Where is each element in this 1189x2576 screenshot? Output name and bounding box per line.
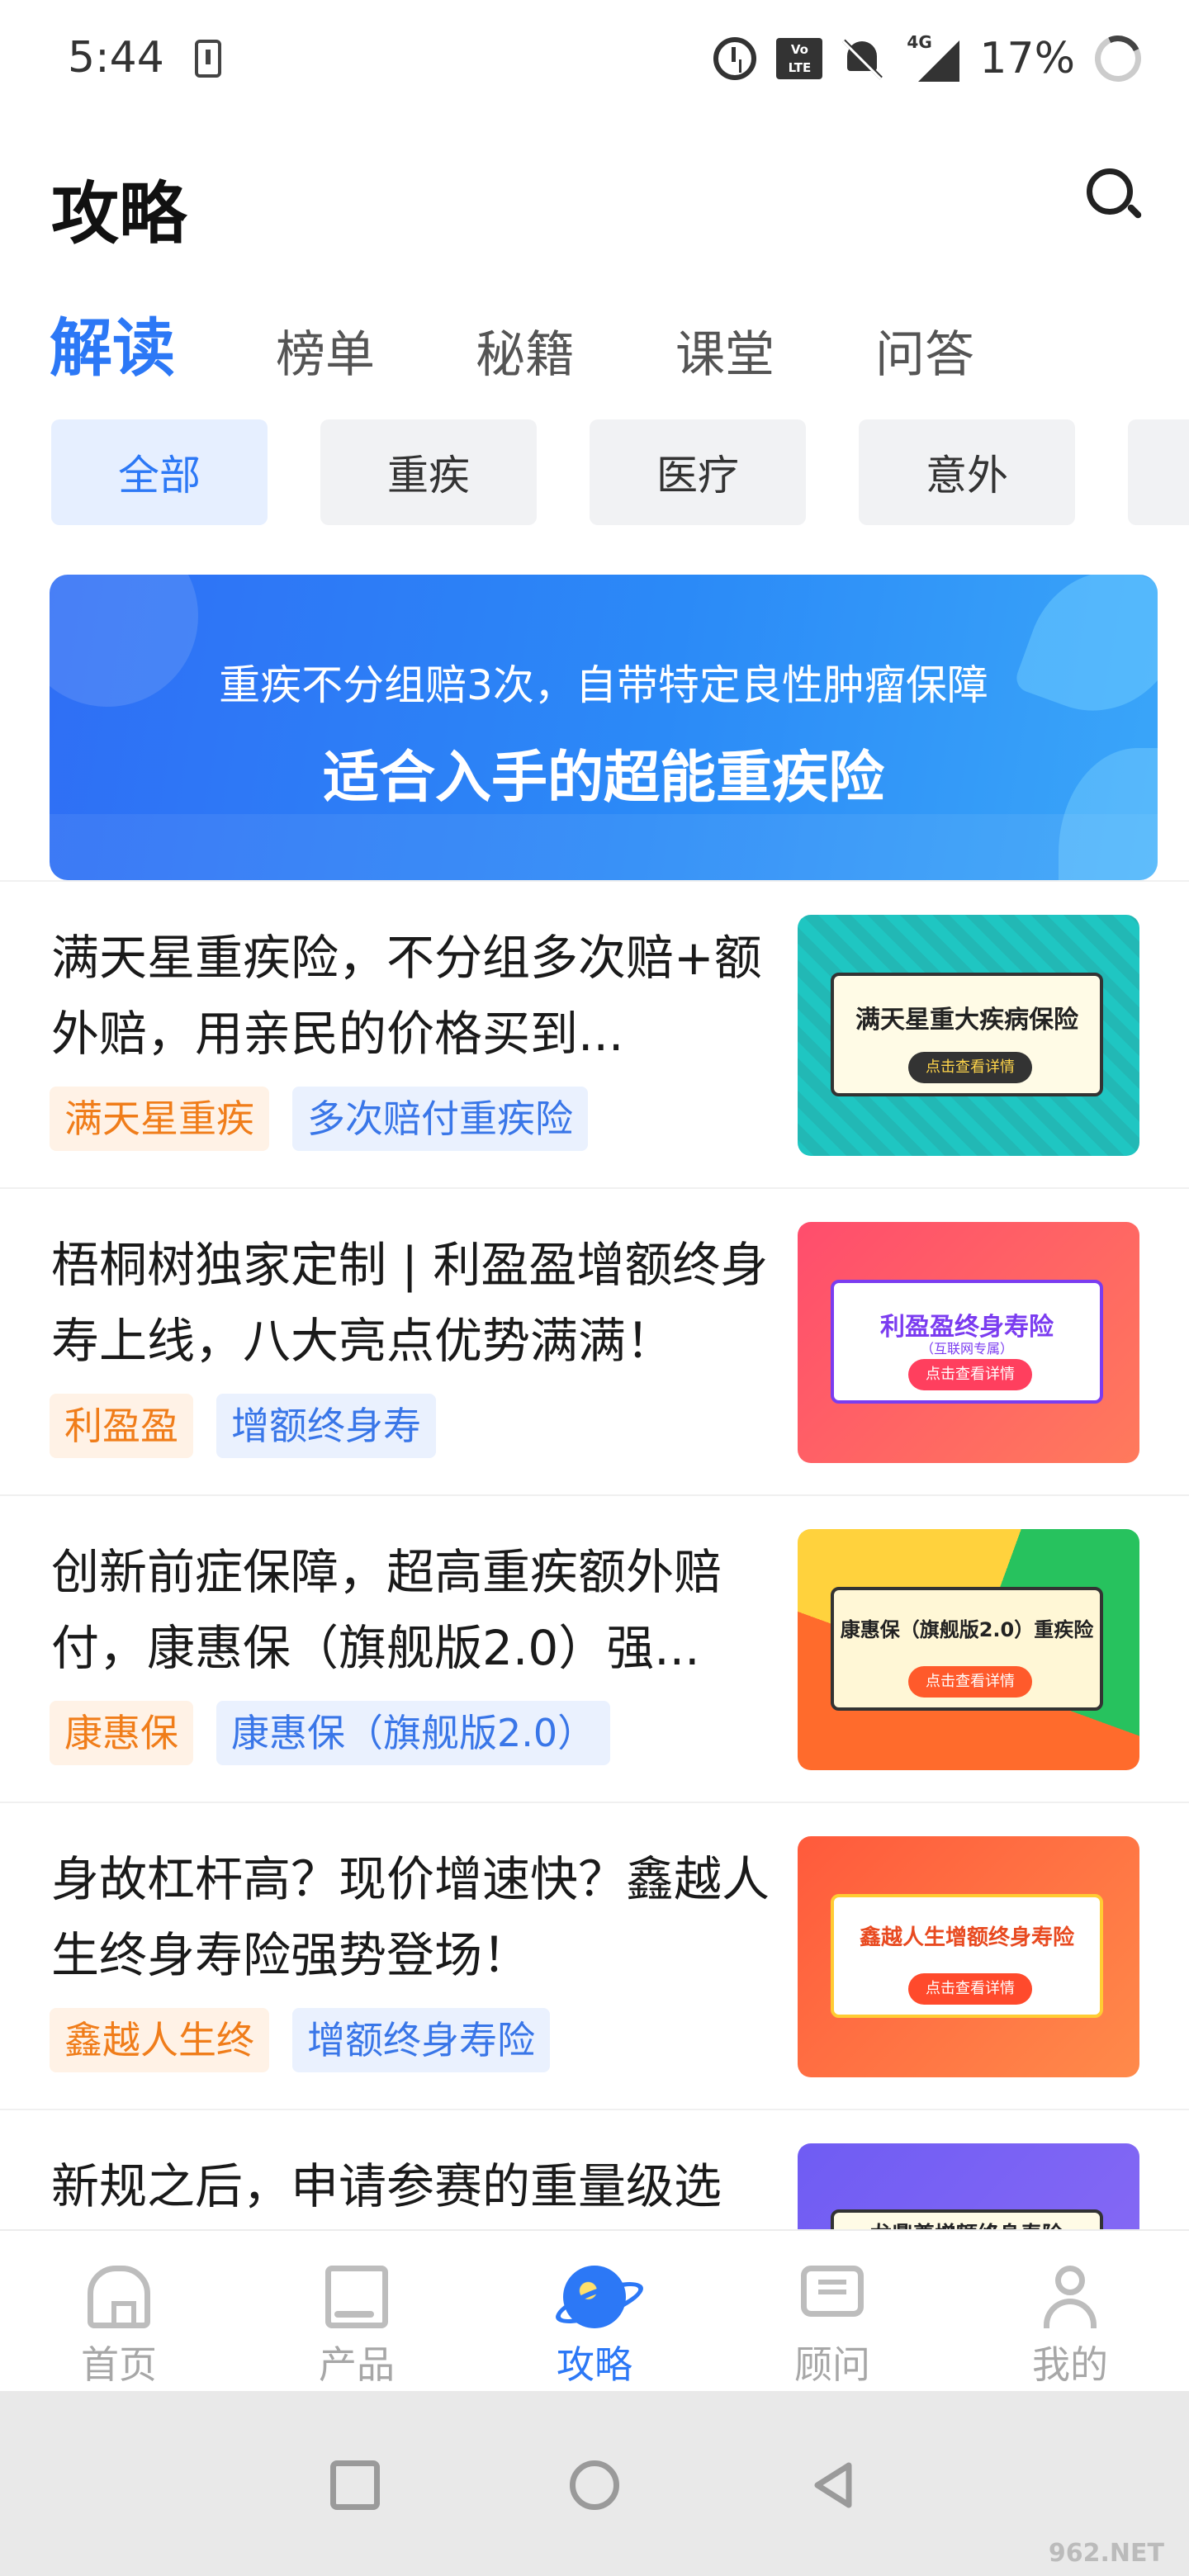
article-tag[interactable]: 增额终身寿 — [216, 1394, 436, 1458]
article-tags: 康惠保 康惠保（旗舰版2.0） — [50, 1701, 611, 1765]
chip-all[interactable]: 全部 — [51, 419, 268, 525]
article-tag[interactable]: 满天星重疾 — [50, 1087, 269, 1151]
article-item[interactable]: 创新前症保障，超高重疾额外赔付，康惠保（旗舰版2.0）强... 康惠保 康惠保（… — [0, 1494, 1189, 1802]
nav-products[interactable]: 产品 — [238, 2231, 476, 2391]
nav-label: 攻略 — [557, 2342, 632, 2387]
article-tag[interactable]: 利盈盈 — [50, 1394, 193, 1458]
article-tag[interactable]: 康惠保 — [50, 1701, 193, 1765]
alarm-icon — [713, 37, 757, 80]
nav-label: 顾问 — [794, 2342, 870, 2387]
article-tag[interactable]: 增额终身寿险 — [292, 2008, 550, 2072]
tab-jiedu[interactable]: 解读 — [50, 317, 175, 380]
tab-miji[interactable]: 秘籍 — [476, 330, 575, 380]
tab-bangdan[interactable]: 榜单 — [276, 330, 375, 380]
battery-percent: 17% — [979, 34, 1075, 83]
tab-ketang[interactable]: 课堂 — [675, 330, 775, 380]
article-tag[interactable]: 康惠保（旗舰版2.0） — [216, 1701, 611, 1765]
promo-banner[interactable]: 重疾不分组赔3次，自带特定良性肿瘤保障 适合入手的超能重疾险 — [50, 575, 1158, 880]
article-title: 满天星重疾险，不分组多次赔+额外赔，用亲民的价格买到... — [51, 930, 762, 1062]
chip-accident[interactable]: 意外 — [859, 419, 1075, 525]
article-item[interactable]: 新规之后，申请参赛的重量级选 龙鼎尊增额终身寿险 — [0, 2109, 1189, 2229]
article-item[interactable]: 梧桐树独家定制 | 利盈盈增额终身寿上线，八大亮点优势满满！ 利盈盈 增额终身寿… — [0, 1187, 1189, 1494]
article-thumbnail: 利盈盈终身寿险 （互联网专属） 点击查看详情 — [798, 1222, 1139, 1463]
tab-wenda[interactable]: 问答 — [875, 330, 974, 380]
volte-icon: Vo LTE — [776, 38, 823, 79]
article-tag[interactable]: 多次赔付重疾险 — [292, 1087, 588, 1151]
banner-title: 适合入手的超能重疾险 — [322, 746, 884, 811]
article-title: 梧桐树独家定制 | 利盈盈增额终身寿上线，八大亮点优势满满！ — [51, 1237, 769, 1369]
article-title: 创新前症保障，超高重疾额外赔付，康惠保（旗舰版2.0）强... — [51, 1544, 722, 1676]
search-icon — [1087, 168, 1133, 215]
recents-square-icon[interactable] — [330, 2460, 380, 2510]
article-thumbnail: 康惠保（旗舰版2.0）重疾险 点击查看详情 — [798, 1529, 1139, 1770]
nav-label: 产品 — [319, 2342, 395, 2387]
signal-icon: 4G — [902, 32, 960, 82]
page-title: 攻略 — [51, 175, 187, 253]
article-thumbnail: 鑫越人生增额终身寿险 点击查看详情 — [798, 1836, 1139, 2077]
download-notification-icon — [195, 40, 221, 78]
article-thumbnail: 龙鼎尊增额终身寿险 — [798, 2143, 1139, 2229]
filter-chips: 全部 重疾 医疗 意外 — [51, 419, 1189, 525]
article-tags: 利盈盈 增额终身寿 — [50, 1394, 436, 1458]
home-icon — [88, 2266, 150, 2328]
status-time: 5:44 — [68, 33, 164, 83]
article-tags: 满天星重疾 多次赔付重疾险 — [50, 1087, 588, 1151]
home-circle-icon[interactable] — [570, 2460, 619, 2510]
article-tag[interactable]: 鑫越人生终 — [50, 2008, 269, 2072]
nav-label: 我的 — [1032, 2342, 1108, 2387]
nav-guide[interactable]: 攻略 — [476, 2231, 713, 2391]
nav-home[interactable]: 首页 — [0, 2231, 238, 2391]
nav-advisor[interactable]: 顾问 — [713, 2231, 951, 2391]
article-title: 新规之后，申请参赛的重量级选 — [51, 2158, 722, 2214]
article-tags: 鑫越人生终 增额终身寿险 — [50, 2008, 550, 2072]
banner-subtitle: 重疾不分组赔3次，自带特定良性肿瘤保障 — [219, 661, 988, 709]
category-tabs: 解读 榜单 秘籍 课堂 问答 — [50, 297, 1075, 381]
battery-ring-icon — [1088, 29, 1148, 88]
planet-icon — [563, 2266, 626, 2328]
watermark: 962.NET — [1048, 2539, 1164, 2568]
status-bar: 5:44 Vo LTE 4G 17% — [0, 0, 1189, 124]
article-item[interactable]: 满天星重疾险，不分组多次赔+额外赔，用亲民的价格买到... 满天星重疾 多次赔付… — [0, 880, 1189, 1187]
chat-icon — [801, 2266, 864, 2317]
chip-more[interactable] — [1128, 419, 1189, 525]
chip-critical-illness[interactable]: 重疾 — [320, 419, 537, 525]
nav-mine[interactable]: 我的 — [951, 2231, 1189, 2391]
article-item[interactable]: 身故杠杆高？现价增速快？鑫越人生终身寿险强势登场！ 鑫越人生终 增额终身寿险 鑫… — [0, 1802, 1189, 2109]
mute-bell-icon — [842, 38, 883, 80]
article-thumbnail: 满天星重大疾病保险 点击查看详情 — [798, 915, 1139, 1156]
status-icons: Vo LTE 4G 17% — [713, 29, 1148, 88]
search-button[interactable] — [1083, 165, 1143, 223]
user-icon — [1039, 2266, 1101, 2328]
article-title: 身故杠杆高？现价增速快？鑫越人生终身寿险强势登场！ — [51, 1851, 770, 1983]
product-book-icon — [325, 2266, 388, 2328]
nav-label: 首页 — [81, 2342, 157, 2387]
back-triangle-icon[interactable] — [809, 2460, 859, 2510]
bottom-nav: 首页 产品 攻略 顾问 我的 — [0, 2229, 1189, 2391]
system-nav-bar: 962.NET — [0, 2391, 1189, 2576]
chip-medical[interactable]: 医疗 — [590, 419, 806, 525]
